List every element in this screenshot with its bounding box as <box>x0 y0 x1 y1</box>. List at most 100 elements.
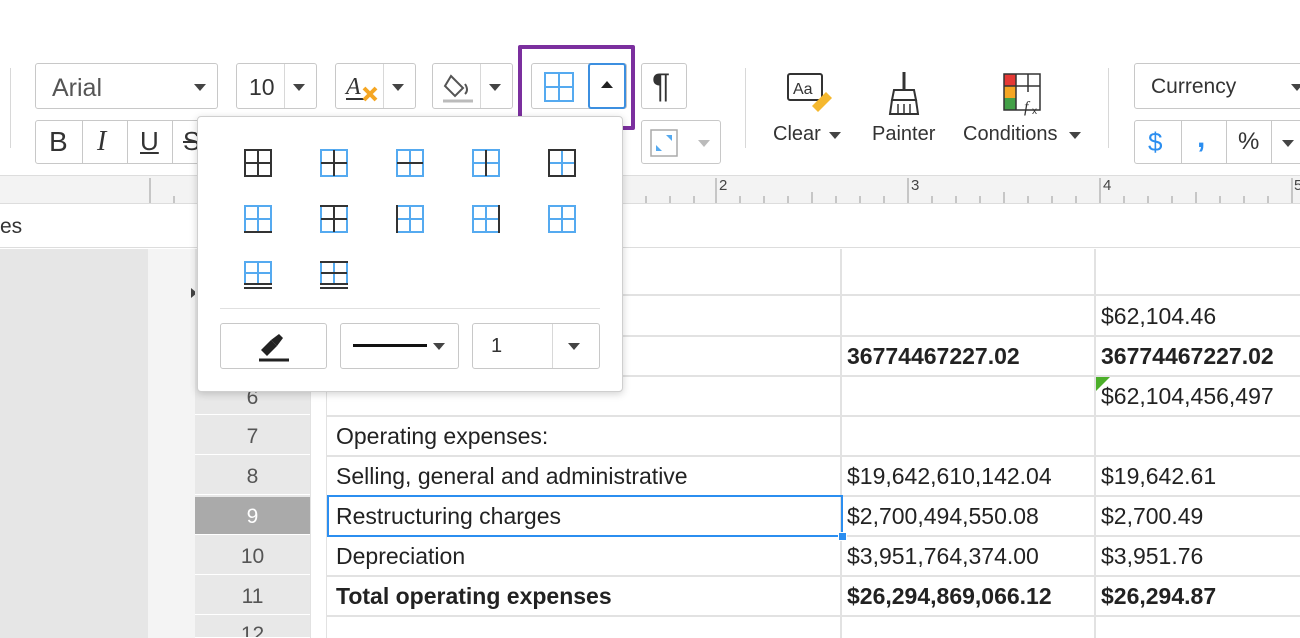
ruler-label: 4 <box>1103 177 1112 194</box>
horizontal-inner-border-icon[interactable] <box>396 149 424 177</box>
percent-button[interactable]: % <box>1226 120 1272 164</box>
gridline <box>326 455 1300 457</box>
chevron-down-icon <box>433 343 445 350</box>
chevron-down-icon <box>194 84 206 91</box>
chevron-down-icon <box>489 84 501 91</box>
fill-color-button[interactable] <box>432 63 513 109</box>
more-number-format-button[interactable] <box>1271 120 1300 164</box>
row-header-selected[interactable]: 9 <box>195 497 310 535</box>
italic-label: I <box>97 126 107 157</box>
fill-handle[interactable] <box>838 532 847 541</box>
row-header[interactable]: 10 <box>195 537 310 575</box>
cell[interactable]: 36774467227.02 <box>847 343 1020 370</box>
font-color-icon: A <box>344 74 378 102</box>
percent-label: % <box>1238 128 1260 155</box>
ruler: 2 3 4 5 <box>0 175 1300 204</box>
bold-button[interactable]: B <box>35 120 83 164</box>
comma-style-button[interactable]: , <box>1181 120 1227 164</box>
cell[interactable]: $62,104,456,497 <box>1101 383 1274 410</box>
font-size-select[interactable]: 10 <box>236 63 317 109</box>
cell[interactable]: $19,642.61 <box>1101 463 1216 490</box>
underline-label: U <box>140 126 159 156</box>
ruler-label: 3 <box>911 177 920 194</box>
border-color-button[interactable] <box>220 323 327 369</box>
vertical-inner-border-icon[interactable] <box>472 149 500 177</box>
line-style-select[interactable] <box>340 323 459 369</box>
merge-cells-button[interactable] <box>641 120 721 164</box>
gridline <box>326 575 1300 577</box>
row-header[interactable]: 8 <box>195 457 310 495</box>
top-and-double-bottom-border-icon[interactable] <box>320 261 348 289</box>
no-borders-icon[interactable] <box>548 205 576 233</box>
top-border-icon[interactable] <box>320 205 348 233</box>
toolbar-separator <box>1108 68 1109 148</box>
paintbrush-icon <box>888 72 920 115</box>
row-header[interactable]: 12 <box>195 617 310 638</box>
bottom-border-icon[interactable] <box>244 205 272 233</box>
all-borders-icon[interactable] <box>244 149 272 177</box>
chevron-down-icon <box>698 140 710 147</box>
cell[interactable]: $3,951.76 <box>1101 543 1203 570</box>
conditions-label: Conditions <box>963 123 1058 145</box>
cell[interactable]: $26,294,869,066.12 <box>847 583 1052 610</box>
italic-button[interactable]: I <box>82 120 128 164</box>
cell[interactable]: 36774467227.02 <box>1101 343 1274 370</box>
svg-text:A: A <box>344 74 361 100</box>
chevron-down-icon <box>1069 132 1081 139</box>
inner-borders-icon[interactable] <box>320 149 348 177</box>
svg-text:x: x <box>1032 106 1037 116</box>
chevron-down-icon <box>829 132 841 139</box>
text-direction-button[interactable]: ¶ <box>641 63 687 109</box>
clear-label: Clear <box>773 123 821 145</box>
paint-bucket-icon <box>443 74 473 103</box>
font-family-select[interactable]: Arial <box>35 63 218 109</box>
pen-icon <box>259 334 289 362</box>
comma-label: , <box>1197 121 1206 154</box>
cell[interactable]: Restructuring charges <box>336 503 561 530</box>
cell[interactable]: $62,104.46 <box>1101 303 1216 330</box>
cell[interactable]: $26,294.87 <box>1101 583 1216 610</box>
cell[interactable]: Operating expenses: <box>336 423 548 450</box>
line-width-value: 1 <box>491 335 503 357</box>
solid-line-icon <box>353 344 427 347</box>
clear-button[interactable]: Aa Clear <box>768 68 848 150</box>
toolbar-separator <box>745 68 746 148</box>
number-format-select[interactable]: Currency <box>1134 63 1300 109</box>
outer-borders-icon[interactable] <box>548 149 576 177</box>
line-width-select[interactable]: 1 <box>472 323 600 369</box>
gridline <box>326 415 1300 417</box>
font-color-button[interactable]: A <box>335 63 416 109</box>
sidebar-header[interactable]: es <box>0 205 148 248</box>
currency-button[interactable]: $ <box>1134 120 1182 164</box>
cell[interactable]: Depreciation <box>336 543 465 570</box>
divider <box>552 324 553 368</box>
font-family-value: Arial <box>52 74 103 102</box>
cell[interactable]: Total operating expenses <box>336 583 612 610</box>
svg-text:f: f <box>1024 99 1031 116</box>
cell[interactable]: $19,642,610,142.04 <box>847 463 1052 490</box>
currency-label: $ <box>1148 127 1163 157</box>
svg-text:Aa: Aa <box>793 81 813 98</box>
cell[interactable]: $3,951,764,374.00 <box>847 543 1039 570</box>
merge-cells-icon <box>650 129 678 157</box>
chevron-down-icon <box>392 84 404 91</box>
cell[interactable]: Selling, general and administrative <box>336 463 688 490</box>
gridline <box>840 249 842 638</box>
cell[interactable]: $2,700.49 <box>1101 503 1203 530</box>
bold-label: B <box>49 126 68 157</box>
row-header[interactable]: 11 <box>195 577 310 615</box>
underline-button[interactable]: U <box>127 120 173 164</box>
popup-divider <box>220 308 600 309</box>
cell[interactable]: $2,700,494,550.08 <box>847 503 1039 530</box>
divider <box>383 64 384 108</box>
number-format-value: Currency <box>1151 75 1237 98</box>
row-header[interactable]: 7 <box>195 417 310 455</box>
conditional-format-icon: f x <box>1003 73 1041 116</box>
painter-label: Painter <box>872 123 936 145</box>
gridline <box>1094 249 1096 638</box>
left-border-icon[interactable] <box>396 205 424 233</box>
right-border-icon[interactable] <box>472 205 500 233</box>
double-bottom-border-icon[interactable] <box>244 261 272 289</box>
format-painter-button[interactable]: Painter <box>868 68 940 150</box>
conditional-format-button[interactable]: f x Conditions <box>960 68 1090 150</box>
